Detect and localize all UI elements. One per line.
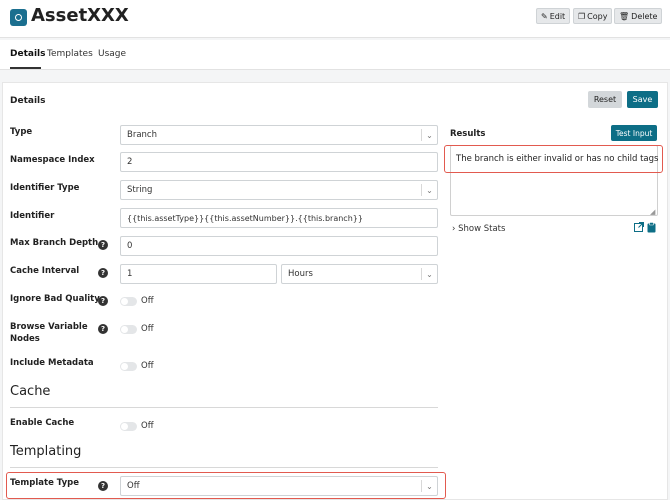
app-header: AssetXXX ✎ Edit ❐ Copy 🗑 Delete	[0, 0, 670, 38]
max-branch-depth-label: Max Branch Depth	[10, 238, 99, 248]
copy-button[interactable]: ❐ Copy	[573, 8, 613, 24]
delete-button-label: Delete	[631, 11, 658, 21]
copy-icon: ❐	[578, 11, 586, 21]
show-stats-toggle[interactable]: › Show Stats	[452, 224, 505, 234]
browse-variable-nodes-label: Browse Variable Nodes	[10, 322, 88, 344]
edit-button[interactable]: ✎ Edit	[536, 8, 571, 24]
delete-button[interactable]: 🗑 Delete	[614, 8, 663, 24]
include-metadata-label: Include Metadata	[10, 358, 94, 368]
cache-interval-label: Cache Interval	[10, 266, 80, 276]
identifier-label: Identifier	[10, 211, 55, 221]
chevron-down-icon: ⌄	[421, 184, 437, 196]
cache-interval-unit-value: Hours	[288, 269, 313, 279]
type-select[interactable]: Branch ⌄	[120, 125, 438, 145]
ignore-bad-quality-toggle[interactable]	[120, 297, 137, 306]
clipboard-icon[interactable]	[647, 222, 656, 233]
cache-heading: Cache	[10, 384, 51, 399]
results-label: Results	[450, 129, 486, 139]
tab-templates[interactable]: Templates	[47, 49, 93, 59]
tab-details[interactable]: Details	[10, 49, 45, 59]
identifier-value: {{this.assetType}}{{this.assetNumber}}.{…	[127, 213, 363, 223]
identifier-type-select[interactable]: String ⌄	[120, 180, 438, 200]
include-metadata-state: Off	[141, 361, 154, 371]
chevron-right-icon: ›	[452, 224, 456, 234]
ignore-bad-quality-label: Ignore Bad Quality	[10, 294, 100, 304]
ignore-bad-quality-state: Off	[141, 296, 154, 306]
reset-button[interactable]: Reset	[588, 91, 622, 108]
page-title: AssetXXX	[31, 5, 129, 26]
help-icon[interactable]: ?	[98, 324, 108, 334]
enable-cache-state: Off	[141, 421, 154, 431]
namespace-index-label: Namespace Index	[10, 155, 95, 165]
pencil-icon: ✎	[541, 11, 548, 21]
help-icon[interactable]: ?	[98, 240, 108, 250]
templating-divider	[10, 467, 438, 468]
enable-cache-toggle[interactable]	[120, 422, 137, 431]
save-button[interactable]: Save	[627, 91, 658, 108]
cache-interval-input[interactable]: 1	[120, 264, 277, 284]
tab-usage[interactable]: Usage	[98, 49, 126, 59]
cache-interval-unit-select[interactable]: Hours ⌄	[281, 264, 438, 284]
show-stats-label: Show Stats	[458, 224, 506, 234]
active-tab-indicator	[10, 67, 41, 69]
chevron-down-icon: ⌄	[421, 129, 437, 141]
results-message-highlight	[444, 145, 663, 173]
namespace-index-value: 2	[127, 157, 133, 167]
cache-interval-value: 1	[127, 269, 133, 279]
help-icon[interactable]: ?	[98, 296, 108, 306]
chevron-down-icon: ⌄	[421, 268, 437, 280]
section-title: Details	[10, 96, 46, 106]
test-input-button[interactable]: Test Input	[611, 125, 657, 141]
max-branch-depth-input[interactable]: 0	[120, 236, 438, 256]
edit-button-label: Edit	[549, 11, 566, 21]
asset-logo-icon	[10, 9, 27, 26]
help-icon[interactable]: ?	[98, 268, 108, 278]
browse-variable-nodes-state: Off	[141, 324, 154, 334]
enable-cache-label: Enable Cache	[10, 418, 75, 428]
type-value: Branch	[127, 130, 157, 140]
trash-icon: 🗑	[619, 11, 630, 21]
identifier-type-value: String	[127, 185, 153, 195]
namespace-index-input[interactable]: 2	[120, 152, 438, 172]
type-label: Type	[10, 127, 33, 137]
template-type-highlight	[6, 472, 446, 499]
cache-divider	[10, 407, 438, 408]
include-metadata-toggle[interactable]	[120, 362, 137, 371]
external-link-icon[interactable]	[634, 222, 644, 232]
browse-variable-nodes-toggle[interactable]	[120, 325, 137, 334]
copy-button-label: Copy	[587, 11, 608, 21]
identifier-type-label: Identifier Type	[10, 183, 80, 193]
max-branch-depth-value: 0	[127, 241, 133, 251]
resize-handle-icon[interactable]: ◢	[650, 208, 655, 216]
identifier-input[interactable]: {{this.assetType}}{{this.assetNumber}}.{…	[120, 208, 438, 228]
tab-bar: Details Templates Usage	[0, 40, 670, 70]
templating-heading: Templating	[10, 444, 82, 459]
